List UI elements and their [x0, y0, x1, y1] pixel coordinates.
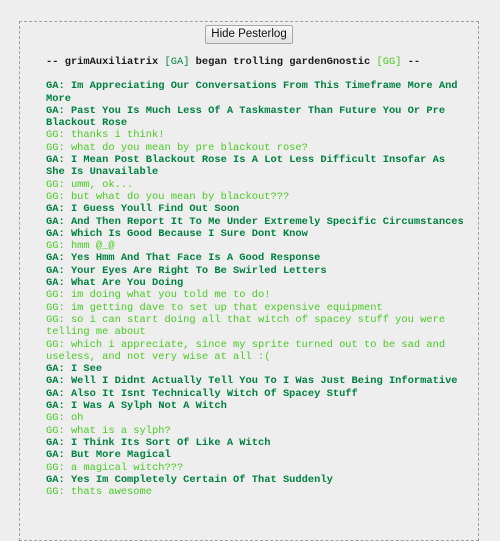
header-middle: began trolling gardenGnostic: [189, 56, 377, 68]
message-ga: GA: I Mean Post Blackout Rose Is A Lot L…: [46, 154, 446, 179]
log-header: -- grimAuxiliatrix [GA] began trolling g…: [46, 56, 466, 68]
header-prefix: -- grimAuxiliatrix: [46, 56, 165, 68]
message-ga: GA: I See: [46, 363, 103, 376]
pesterlog-box: Hide Pesterlog -- grimAuxiliatrix [GA] b…: [19, 21, 479, 541]
message-gg: GG: but what do you mean by blackout???: [46, 190, 290, 203]
button-row: Hide Pesterlog: [20, 24, 478, 44]
message-ga: GA: Yes Hmm And That Face Is A Good Resp…: [46, 252, 321, 265]
message-ga: GA: I Was A Sylph Not A Witch: [46, 400, 227, 413]
message-list: GA: Im Appreciating Our Conversations Fr…: [46, 80, 466, 498]
message-gg: GG: which i appreciate, since my sprite …: [46, 338, 446, 363]
message-gg: GG: what is a sylph?: [46, 424, 171, 437]
header-suffix: --: [401, 56, 421, 68]
message-ga: GA: What Are You Doing: [46, 277, 184, 290]
message-gg: GG: thanks i think!: [46, 129, 165, 142]
message-ga: GA: Your Eyes Are Right To Be Swirled Le…: [46, 264, 327, 277]
message-ga: GA: I Guess Youll Find Out Soon: [46, 203, 240, 216]
message-gg: GG: a magical witch???: [46, 461, 184, 474]
message-ga: GA: I Think Its Sort Of Like A Witch: [46, 436, 271, 449]
message-ga: GA: Also It Isnt Technically Witch Of Sp…: [46, 387, 358, 400]
message-gg: GG: im getting dave to set up that expen…: [46, 301, 383, 314]
message-ga: GA: But More Magical: [46, 449, 171, 462]
message-ga: GA: Well I Didnt Actually Tell You To I …: [46, 375, 458, 388]
message-gg: GG: oh: [46, 412, 84, 425]
gg-tag: [GG]: [376, 56, 402, 68]
message-gg: GG: what do you mean by pre blackout ros…: [46, 141, 308, 154]
ga-tag: [GA]: [164, 56, 190, 68]
message-gg: GG: im doing what you told me to do!: [46, 289, 271, 302]
pesterlog-content: -- grimAuxiliatrix [GA] began trolling g…: [46, 56, 466, 498]
message-gg: GG: thats awesome: [46, 486, 153, 499]
message-gg: GG: umm, ok...: [46, 178, 134, 191]
message-ga: GA: Past You Is Much Less Of A Taskmaste…: [46, 104, 446, 130]
message-ga: GA: Which Is Good Because I Sure Dont Kn…: [46, 227, 308, 240]
hide-pesterlog-button[interactable]: Hide Pesterlog: [205, 25, 293, 44]
message-gg: GG: so i can start doing all that witch …: [46, 313, 446, 339]
message-ga: GA: Yes Im Completely Certain Of That Su…: [46, 473, 333, 486]
message-ga: GA: Im Appreciating Our Conversations Fr…: [46, 80, 458, 105]
message-gg: GG: hmm @_@: [46, 240, 115, 253]
message-ga: GA: And Then Report It To Me Under Extre…: [46, 215, 464, 228]
